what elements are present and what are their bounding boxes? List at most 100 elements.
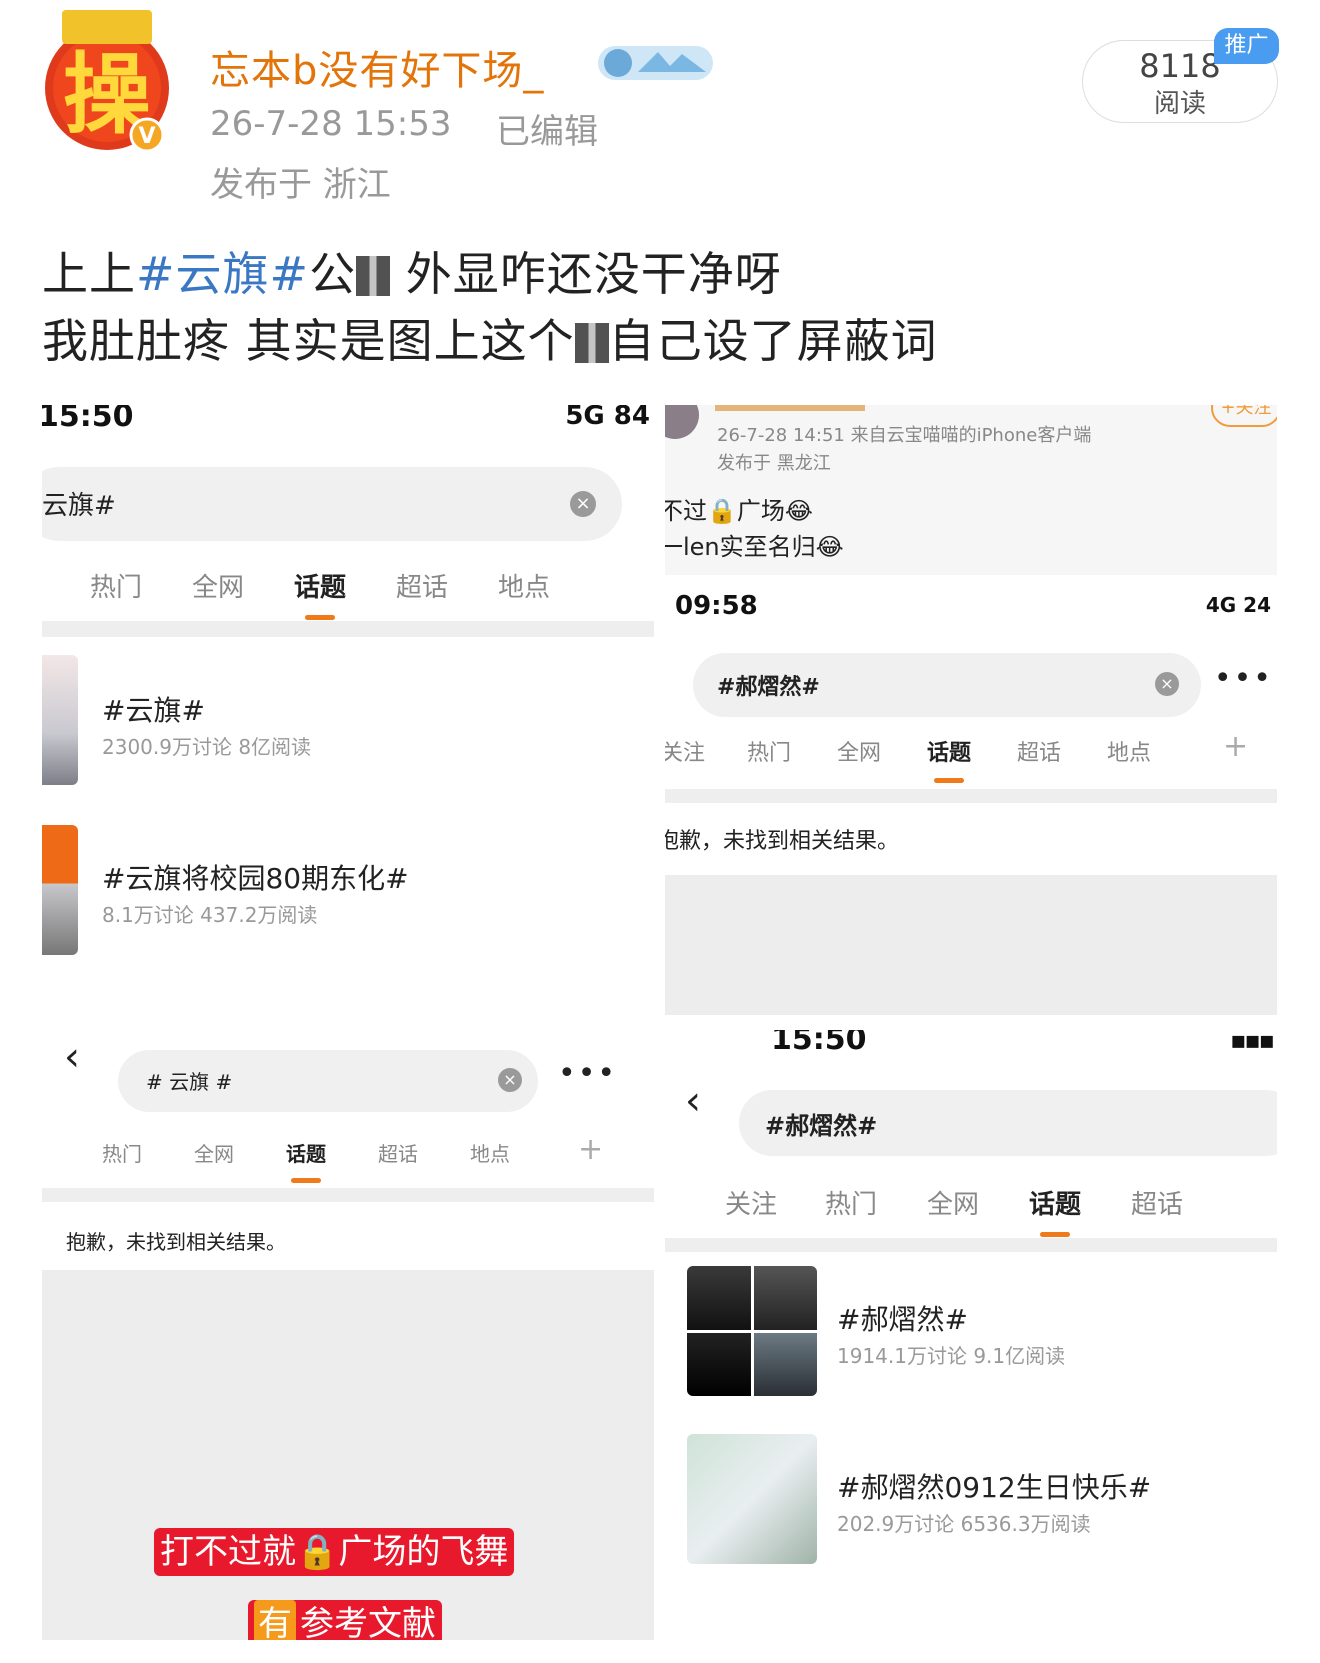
- tab-hot[interactable]: 热门: [90, 567, 142, 604]
- tab-bar: 关注 热门 全网 话题 超话 地点 +: [665, 729, 1277, 783]
- promo-badge[interactable]: 推广: [1214, 28, 1279, 64]
- status-time: 15:50: [42, 405, 134, 434]
- sticker-text: 参考文献: [300, 1604, 436, 1640]
- tab-follow[interactable]: 关注: [665, 735, 705, 767]
- post-text-line1: 上上#云旗#公 外显咋还没干净呀: [42, 238, 782, 304]
- topic-thumbnail: [42, 655, 78, 785]
- empty-result-message: 抱歉，未找到相关结果。: [66, 1230, 286, 1254]
- fan-badge-icon: [598, 42, 713, 84]
- svg-text:V: V: [138, 124, 155, 149]
- more-icon[interactable]: •••: [1214, 661, 1273, 696]
- topic-title[interactable]: #云旗#: [102, 689, 205, 729]
- quote-time: 26-7-28 14:51 来自云宝喵喵的iPhone客户端: [717, 425, 1092, 446]
- author-name[interactable]: 忘本b没有好下场_: [210, 38, 544, 96]
- post-text-fragment: 我肚肚疼 其实是图上这个: [42, 314, 575, 368]
- search-bar[interactable]: 云旗# ×: [42, 467, 622, 541]
- post-text-fragment: 外显咋还没干净呀: [405, 247, 782, 301]
- censored-smudge: [356, 256, 391, 296]
- empty-area: 打不过就🔒广场的飞舞 有参考文献: [42, 1270, 654, 1640]
- post-hashtag[interactable]: #云旗#: [136, 247, 309, 301]
- topic-thumbnail: [42, 825, 78, 955]
- tab-place[interactable]: 地点: [470, 1138, 510, 1167]
- topic-title[interactable]: #郝熠然0912生日快乐#: [837, 1466, 1151, 1506]
- empty-area: [665, 875, 1277, 1015]
- tab-topic[interactable]: 话题: [927, 735, 971, 783]
- topic-thumbnail: [687, 1266, 817, 1396]
- topic-stats: 8.1万讨论 437.2万阅读: [102, 903, 318, 927]
- search-bar[interactable]: #郝熠然#: [739, 1090, 1277, 1156]
- tab-all[interactable]: 全网: [837, 735, 881, 767]
- add-tab-icon[interactable]: +: [1223, 729, 1248, 764]
- tab-hot[interactable]: 热门: [747, 735, 791, 767]
- topic-title[interactable]: #云旗将校园80期东化#: [102, 857, 409, 897]
- tab-bar: 热门 全网 话题 超话 地点 +: [42, 1132, 654, 1183]
- screenshot-panel-2[interactable]: +关注 26-7-28 14:51 来自云宝喵喵的iPhone客户端 发布于 黑…: [665, 405, 1277, 1015]
- topic-title[interactable]: #郝熠然#: [837, 1298, 968, 1338]
- search-bar[interactable]: #郝熠然# ×: [693, 653, 1201, 717]
- views-label: 阅读: [1153, 89, 1206, 119]
- divider: [42, 1188, 654, 1202]
- tab-topic[interactable]: 话题: [1029, 1184, 1081, 1237]
- sticker-badge: 有: [254, 1600, 296, 1640]
- tab-all[interactable]: 全网: [192, 567, 244, 604]
- tab-topic[interactable]: 话题: [286, 1138, 326, 1183]
- screenshot-panel-4[interactable]: 15:50 ▪▪▪ ‹ #郝熠然# 关注 热门 全网 话题 超话 #郝熠然# 1…: [665, 1030, 1277, 1640]
- author-name: [715, 405, 865, 411]
- back-icon[interactable]: ‹: [64, 1034, 80, 1080]
- more-icon[interactable]: •••: [558, 1056, 617, 1091]
- search-input[interactable]: #郝熠然#: [717, 669, 820, 701]
- status-time: 09:58: [675, 591, 758, 621]
- quote-text-line: 一len实至名归😂: [665, 533, 844, 561]
- post-text-fragment: 自己设了屏蔽词: [608, 314, 938, 368]
- topic-thumbnail: [687, 1434, 817, 1564]
- tab-all[interactable]: 全网: [194, 1138, 234, 1167]
- divider: [42, 621, 654, 637]
- tab-bar: 热门 全网 话题 超话 地点: [42, 567, 654, 620]
- post-text-line2: 我肚肚疼 其实是图上这个 自己设了屏蔽词: [42, 305, 938, 371]
- topic-stats: 202.9万讨论 6536.3万阅读: [837, 1512, 1091, 1536]
- avatar: [665, 405, 699, 439]
- edited-label: 已编辑: [496, 112, 598, 152]
- tab-place[interactable]: 地点: [1107, 735, 1151, 767]
- tab-super[interactable]: 超话: [1017, 735, 1061, 767]
- tab-place[interactable]: 地点: [498, 567, 550, 604]
- add-tab-icon[interactable]: +: [578, 1132, 603, 1167]
- signal-icon: ▪▪▪: [1230, 1030, 1275, 1054]
- post-location: 发布于 浙江: [210, 165, 391, 205]
- tab-topic[interactable]: 话题: [294, 567, 346, 620]
- empty-result-message: 抱歉，未找到相关结果。: [665, 829, 900, 854]
- search-input[interactable]: #郝熠然#: [765, 1106, 877, 1141]
- tab-follow[interactable]: 关注: [725, 1184, 777, 1221]
- tab-super[interactable]: 超话: [378, 1138, 418, 1167]
- quote-text-line: 不过🔒广场😂: [665, 497, 813, 525]
- status-signal: 5G 84: [565, 405, 650, 431]
- tab-super[interactable]: 超话: [1131, 1184, 1183, 1221]
- status-signal: 4G 24: [1205, 593, 1271, 617]
- post-time: 26-7-28 15:53: [210, 104, 452, 144]
- search-bar[interactable]: # 云旗 # ×: [118, 1050, 538, 1112]
- status-time: 15:50: [771, 1030, 867, 1057]
- follow-button[interactable]: +关注: [1211, 405, 1277, 427]
- tab-hot[interactable]: 热门: [102, 1138, 142, 1167]
- tab-all[interactable]: 全网: [927, 1184, 979, 1221]
- divider: [665, 789, 1277, 803]
- tab-bar: 关注 热门 全网 话题 超话: [665, 1184, 1277, 1237]
- censored-smudge: [574, 323, 609, 363]
- clear-icon[interactable]: ×: [570, 491, 596, 517]
- tab-hot[interactable]: 热门: [825, 1184, 877, 1221]
- caption-sticker: 有参考文献: [248, 1600, 442, 1640]
- search-input[interactable]: 云旗#: [42, 485, 116, 522]
- tab-super[interactable]: 超话: [396, 567, 448, 604]
- post-text-prefix: 上上: [42, 247, 136, 301]
- clear-icon[interactable]: ×: [1155, 672, 1179, 696]
- avatar[interactable]: 操 V: [32, 10, 182, 160]
- screenshot-panel-3[interactable]: ‹ # 云旗 # × ••• 热门 全网 话题 超话 地点 + 抱歉，未找到相关…: [42, 1030, 654, 1640]
- topic-stats: 2300.9万讨论 8亿阅读: [102, 735, 312, 759]
- divider: [665, 1238, 1277, 1252]
- back-icon[interactable]: ‹: [685, 1078, 701, 1124]
- clear-icon[interactable]: ×: [498, 1068, 522, 1092]
- search-input[interactable]: # 云旗 #: [146, 1066, 232, 1095]
- screenshot-panel-1[interactable]: 15:50 5G 84 云旗# × 热门 全网 话题 超话 地点 #云旗# 23…: [42, 405, 654, 1015]
- quote-location: 发布于 黑龙江: [717, 453, 831, 474]
- topic-stats: 1914.1万讨论 9.1亿阅读: [837, 1344, 1066, 1368]
